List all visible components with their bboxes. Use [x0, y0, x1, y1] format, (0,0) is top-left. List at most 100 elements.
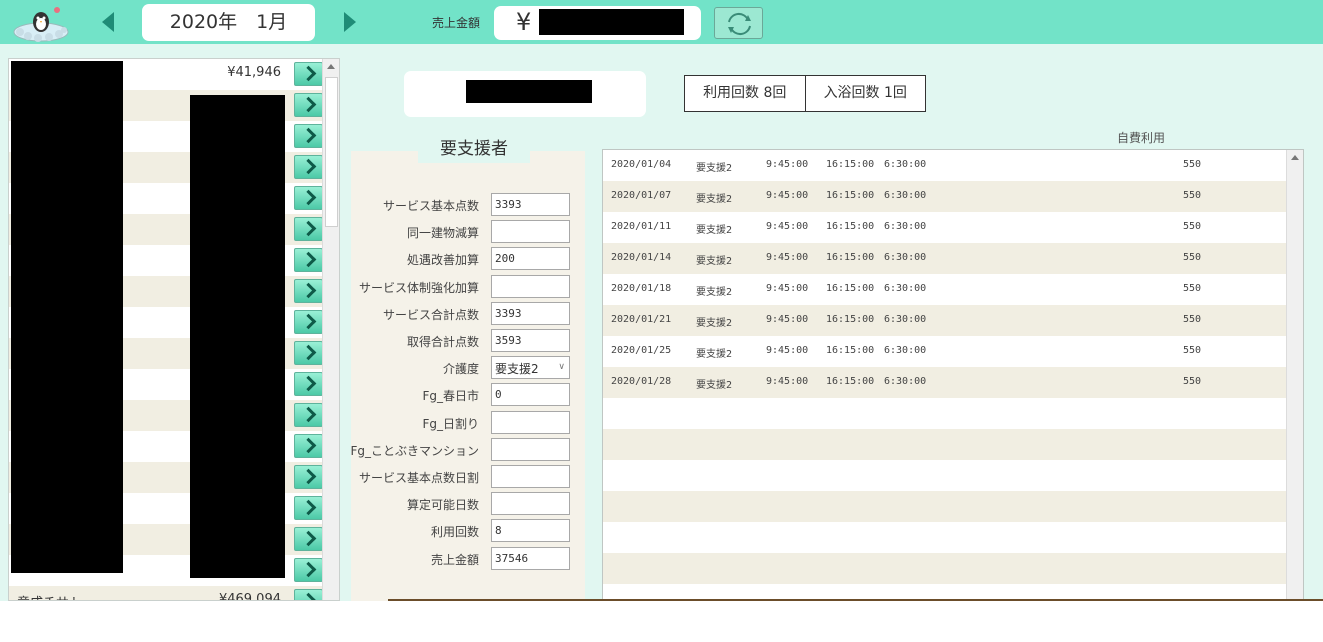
visit-start-time: 9:45:00 — [766, 376, 809, 387]
open-customer-button[interactable] — [294, 341, 323, 365]
table-row[interactable] — [603, 460, 1287, 491]
visit-date: 2020/01/25 — [611, 345, 672, 356]
form-field-label: 処遇改善加算 — [406, 253, 479, 268]
table-row[interactable] — [603, 398, 1287, 429]
form-row: 処遇改善加算 — [351, 247, 585, 271]
open-customer-button[interactable] — [294, 558, 323, 582]
table-row[interactable] — [603, 553, 1287, 584]
form-field-input[interactable] — [491, 329, 570, 352]
open-customer-button[interactable] — [294, 372, 323, 396]
open-customer-button[interactable] — [294, 248, 323, 272]
visit-care-level: 要支援2 — [696, 163, 733, 174]
open-customer-button[interactable] — [294, 403, 323, 427]
form-field-input[interactable] — [491, 220, 570, 244]
sales-amount-box: ¥ — [494, 6, 701, 40]
open-customer-button[interactable] — [294, 279, 323, 303]
visit-care-level: 要支援2 — [696, 318, 733, 329]
open-customer-button[interactable] — [294, 186, 323, 210]
table-row[interactable] — [603, 429, 1287, 460]
table-row[interactable]: 2020/01/11 要支援2 9:45:00 16:15:00 6:30:00 550 — [603, 212, 1287, 243]
form-field-input[interactable] — [491, 437, 570, 461]
customer-list[interactable]: 意成チサト ¥469,094 ¥41,946 — [8, 58, 340, 601]
open-customer-button[interactable] — [294, 155, 323, 179]
prev-month-button[interactable] — [102, 12, 114, 32]
list-item-amount: ¥469,094 — [218, 592, 281, 601]
scroll-up-arrow-icon[interactable] — [1291, 155, 1299, 160]
open-customer-button[interactable] — [294, 434, 323, 458]
visit-end-time: 16:15:00 — [826, 221, 875, 232]
visit-start-time: 9:45:00 — [766, 345, 809, 356]
form-field-input[interactable] — [491, 410, 570, 434]
table-row[interactable] — [603, 522, 1287, 553]
month-display: 2020年 1月 — [142, 4, 315, 41]
visit-self-pay-amount: 550 — [1183, 252, 1202, 263]
form-field-input[interactable] — [491, 383, 570, 407]
visit-date: 2020/01/14 — [611, 252, 672, 263]
form-field-input[interactable] — [491, 274, 570, 298]
form-field-label: 算定可能日数 — [406, 498, 479, 513]
visit-duration: 6:30:00 — [884, 221, 927, 232]
form-field-input[interactable] — [491, 519, 570, 543]
table-scrollbar[interactable] — [1286, 150, 1303, 600]
usage-count: 利用回数 8回 — [703, 85, 787, 101]
visit-duration: 6:30:00 — [884, 159, 927, 170]
form-row: サービス合計点数 — [351, 301, 585, 326]
open-customer-button[interactable] — [294, 589, 323, 600]
bath-count: 入浴回数 1回 — [804, 76, 926, 111]
open-customer-button[interactable] — [294, 310, 323, 334]
next-month-button[interactable] — [344, 12, 356, 32]
scroll-thumb[interactable] — [325, 77, 338, 227]
form-field-input[interactable] — [491, 193, 570, 216]
form-field-label: サービス基本点数日割 — [358, 471, 479, 485]
form-field-label: サービス基本点数 — [382, 199, 479, 213]
form-field-input[interactable] — [491, 546, 570, 570]
form-field-label: Fg_日割り — [422, 416, 479, 431]
table-row[interactable]: 2020/01/28 要支援2 9:45:00 16:15:00 6:30:00 550 — [603, 367, 1287, 398]
visit-start-time: 9:45:00 — [766, 283, 809, 294]
open-customer-button[interactable] — [294, 217, 323, 241]
open-customer-button[interactable] — [294, 62, 323, 86]
list-scrollbar[interactable] — [322, 59, 339, 600]
table-row[interactable]: 2020/01/07 要支援2 9:45:00 16:15:00 6:30:00 550 — [603, 181, 1287, 212]
visit-date: 2020/01/18 — [611, 283, 672, 294]
form-row: 同一建物減算 — [351, 220, 585, 244]
bottom-divider — [388, 599, 1323, 601]
visits-table[interactable]: 2020/01/28 要支援2 9:45:00 16:15:00 6:30:00 550 2… — [602, 149, 1304, 601]
redacted-sales-amount — [539, 9, 684, 35]
table-row[interactable] — [603, 491, 1287, 522]
table-row[interactable]: 2020/01/04 要支援2 9:45:00 16:15:00 6:30:00 550 — [603, 150, 1287, 181]
visit-care-level: 要支援2 — [696, 225, 733, 236]
form-row: サービス基本点数日割 — [351, 465, 585, 489]
yen-symbol: ¥ — [516, 8, 532, 36]
table-row[interactable]: 2020/01/21 要支援2 9:45:00 16:15:00 6:30:00 550 — [603, 305, 1287, 336]
visit-start-time: 9:45:00 — [766, 314, 809, 325]
visit-self-pay-amount: 550 — [1183, 159, 1202, 170]
care-level-select[interactable]: 要支援2 ∨ — [491, 356, 570, 380]
form-field-input[interactable] — [491, 465, 570, 488]
form-field-input[interactable] — [491, 247, 570, 271]
form-field-label: サービス体制強化加算 — [358, 280, 479, 295]
visit-care-level: 要支援2 — [696, 287, 733, 298]
table-row[interactable]: 2020/01/18 要支援2 9:45:00 16:15:00 6:30:00 550 — [603, 274, 1287, 305]
scroll-up-arrow-icon[interactable] — [327, 64, 335, 69]
refresh-button[interactable] — [714, 7, 763, 39]
form-field-label: 売上金額 — [430, 552, 479, 567]
form-field-input[interactable] — [491, 301, 570, 325]
form-field-input[interactable] — [491, 492, 570, 516]
open-customer-button[interactable] — [294, 527, 323, 551]
table-row[interactable]: 2020/01/14 要支援2 9:45:00 16:15:00 6:30:00 550 — [603, 243, 1287, 274]
visit-self-pay-amount: 550 — [1183, 190, 1202, 201]
table-row[interactable]: 2020/01/25 要支援2 9:45:00 16:15:00 6:30:00 550 — [603, 336, 1287, 367]
form-row: 利用回数 — [351, 519, 585, 543]
open-customer-button[interactable] — [294, 496, 323, 520]
visit-self-pay-amount: 550 — [1183, 283, 1202, 294]
open-customer-button[interactable] — [294, 93, 323, 117]
visit-duration: 6:30:00 — [884, 345, 927, 356]
form-field-label: 取得合計点数 — [406, 335, 479, 349]
visit-date: 2020/01/04 — [611, 159, 672, 170]
list-item[interactable]: 意成チサト ¥469,094 — [9, 586, 323, 601]
open-customer-button[interactable] — [294, 124, 323, 148]
open-customer-button[interactable] — [294, 465, 323, 489]
visit-end-time: 16:15:00 — [826, 314, 875, 325]
form-row: 算定可能日数 — [351, 492, 585, 516]
